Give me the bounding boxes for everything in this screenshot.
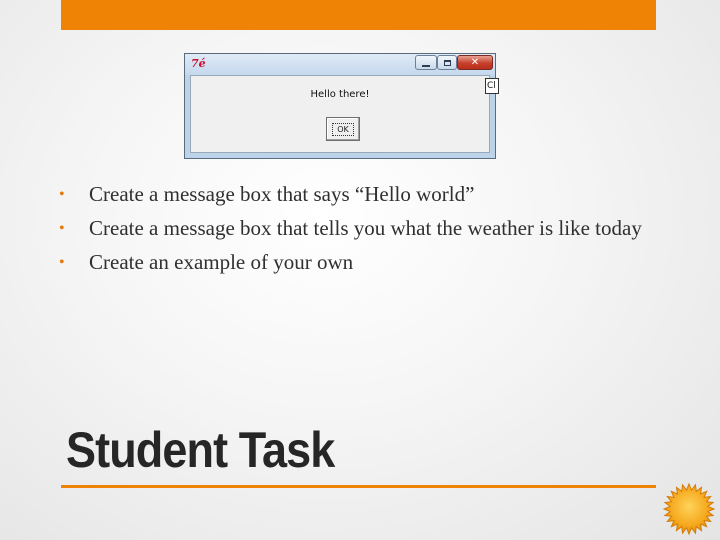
close-icon: ✕ bbox=[470, 56, 480, 68]
title-underline bbox=[61, 485, 656, 488]
task-item: • Create an example of your own bbox=[56, 248, 656, 277]
slide-title: Student Task bbox=[66, 422, 335, 478]
maximize-button[interactable] bbox=[437, 55, 457, 70]
message-text: Hello there! bbox=[310, 89, 370, 98]
task-item: • Create a message box that tells you wh… bbox=[56, 214, 656, 243]
clipped-window-fragment: Cl bbox=[485, 78, 499, 94]
ok-button-label: OK bbox=[332, 122, 354, 136]
bullet-icon: • bbox=[59, 220, 65, 237]
task-text: Create an example of your own bbox=[89, 250, 354, 274]
message-box-screenshot: 7é ✕ Hello there! OK bbox=[184, 53, 496, 159]
minimize-icon bbox=[422, 64, 430, 67]
window-titlebar: 7é ✕ bbox=[185, 54, 495, 75]
tk-logo-icon: 7é bbox=[191, 57, 206, 70]
top-accent-bar bbox=[61, 0, 656, 30]
task-text: Create a message box that tells you what… bbox=[89, 216, 642, 240]
task-text: Create a message box that says “Hello wo… bbox=[89, 182, 475, 206]
sun-logo-icon bbox=[662, 482, 716, 536]
task-list: • Create a message box that says “Hello … bbox=[56, 180, 656, 282]
maximize-icon bbox=[443, 59, 451, 66]
ok-button[interactable]: OK bbox=[326, 117, 360, 141]
message-box-body: Hello there! OK bbox=[190, 75, 490, 153]
minimize-button[interactable] bbox=[415, 55, 437, 70]
bullet-icon: • bbox=[59, 254, 65, 271]
bullet-icon: • bbox=[59, 186, 65, 203]
task-item: • Create a message box that says “Hello … bbox=[56, 180, 656, 209]
close-button[interactable]: ✕ bbox=[457, 55, 493, 70]
